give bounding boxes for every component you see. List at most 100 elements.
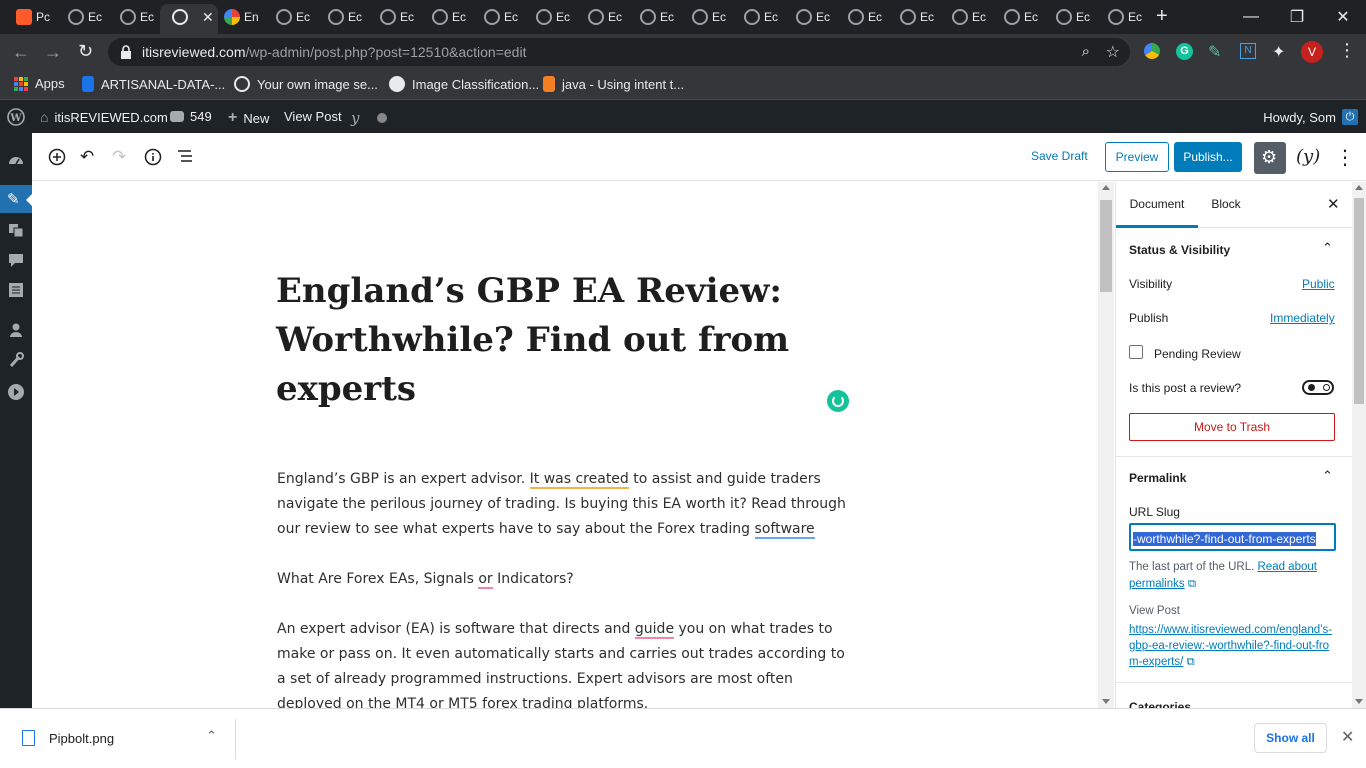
paragraph-block[interactable]: England’s GBP is an expert advisor. It w… — [277, 467, 857, 542]
scroll-thumb[interactable] — [1100, 200, 1112, 292]
bookmark-star-icon[interactable]: ☆ — [1106, 42, 1120, 62]
publish-button[interactable]: Publish... — [1174, 142, 1242, 172]
url-slug-input[interactable]: -worthwhile?-find-out-from-experts — [1129, 523, 1336, 551]
tab[interactable]: Ec — [848, 6, 882, 28]
clarity-suggestion[interactable]: software — [754, 521, 815, 539]
yoast-sidebar-icon[interactable]: (y) — [1296, 146, 1320, 167]
tab[interactable]: Ec — [484, 6, 518, 28]
correctness-suggestion[interactable]: or — [478, 571, 493, 589]
grammarly-icon[interactable]: G — [1176, 43, 1193, 60]
tab[interactable]: Ec — [536, 6, 570, 28]
profile-avatar[interactable]: V — [1301, 41, 1323, 63]
status-visibility-title[interactable]: Status & Visibility — [1129, 243, 1230, 257]
media-icon[interactable] — [7, 221, 25, 239]
dropper-extension-icon[interactable]: ✎ — [1208, 42, 1221, 62]
zoom-icon[interactable]: ⌕ — [1082, 43, 1090, 60]
extensions-puzzle-icon[interactable]: ✦ — [1272, 42, 1285, 62]
pages-icon[interactable] — [7, 281, 25, 299]
tab[interactable]: Ec — [640, 6, 674, 28]
editor-scrollbar[interactable] — [1098, 182, 1114, 708]
forward-icon[interactable]: → — [44, 42, 62, 63]
tab[interactable]: Ec — [796, 6, 830, 28]
posts-menu-item[interactable]: ✎ — [0, 185, 32, 213]
settings-gear-icon[interactable]: ⚙ — [1254, 142, 1286, 174]
maximize-icon[interactable]: ❐ — [1274, 0, 1320, 34]
bookmark-item[interactable]: Image Classification... — [389, 76, 539, 92]
tab[interactable]: Ec — [68, 6, 102, 28]
publish-date-toggle[interactable]: Immediately — [1270, 311, 1335, 325]
dashboard-icon[interactable] — [7, 151, 25, 169]
tab[interactable]: Ec — [276, 6, 310, 28]
scroll-up-icon[interactable] — [1102, 185, 1110, 190]
tab[interactable]: Ec — [1056, 6, 1090, 28]
tab[interactable]: Ec — [380, 6, 414, 28]
grammarly-status-icon[interactable] — [827, 390, 849, 412]
undo-icon[interactable]: ↶ — [80, 147, 94, 167]
close-window-icon[interactable]: ✕ — [1320, 0, 1366, 34]
bookmark-apps[interactable]: Apps — [14, 76, 65, 91]
visibility-toggle[interactable]: Public — [1302, 277, 1335, 291]
new-content-link[interactable]: + New — [228, 109, 269, 127]
tab-close-icon[interactable]: ✕ — [202, 9, 214, 26]
preview-button[interactable]: Preview — [1105, 142, 1169, 172]
tools-wrench-icon[interactable] — [7, 351, 25, 369]
scroll-down-icon[interactable] — [1355, 699, 1363, 704]
save-draft-button[interactable]: Save Draft — [1031, 149, 1088, 163]
tab[interactable]: Ec — [692, 6, 726, 28]
categories-title[interactable]: Categories — [1129, 700, 1191, 708]
collapse-menu-icon[interactable] — [7, 383, 25, 401]
new-tab-icon[interactable]: + — [1156, 5, 1168, 28]
tab[interactable]: Ec — [1108, 6, 1142, 28]
pending-review-checkbox[interactable] — [1129, 345, 1143, 359]
view-post-link[interactable]: View Post — [284, 109, 342, 124]
tab[interactable]: Ec — [120, 6, 154, 28]
reload-icon[interactable]: ↻ — [78, 41, 93, 62]
tab-active[interactable]: ✕ — [172, 6, 214, 28]
show-all-button[interactable]: Show all — [1254, 723, 1327, 753]
close-shelf-icon[interactable]: ✕ — [1341, 727, 1354, 747]
close-sidebar-icon[interactable]: ✕ — [1327, 195, 1340, 213]
users-icon[interactable] — [7, 321, 25, 339]
chevron-up-icon[interactable]: ⌃ — [1322, 240, 1333, 256]
bookmark-item[interactable]: ARTISANAL-DATA-... — [82, 76, 225, 92]
extension-icon[interactable] — [1144, 43, 1160, 59]
more-options-icon[interactable]: ⋮ — [1335, 145, 1355, 170]
bookmark-item[interactable]: java - Using intent t... — [543, 76, 684, 92]
tab[interactable]: Ec — [952, 6, 986, 28]
block-navigation-icon[interactable] — [177, 149, 193, 163]
post-title[interactable]: England’s GBP EA Review: Worthwhile? Fin… — [276, 267, 816, 414]
address-bar[interactable]: itisreviewed.com/wp-admin/post.php?post=… — [108, 38, 1130, 66]
tab[interactable]: Ec — [744, 6, 778, 28]
scroll-up-icon[interactable] — [1355, 185, 1363, 190]
tab[interactable]: Ec — [432, 6, 466, 28]
chevron-up-icon[interactable]: ⌃ — [1322, 468, 1333, 484]
scroll-thumb[interactable] — [1354, 198, 1364, 404]
n-extension-icon[interactable]: N — [1240, 43, 1256, 59]
content-info-icon[interactable] — [144, 148, 162, 166]
download-item[interactable]: Pipbolt.png ⌃ — [12, 719, 236, 759]
tab[interactable]: Ec — [328, 6, 362, 28]
paragraph-block[interactable]: What Are Forex EAs, Signals or Indicator… — [277, 567, 857, 592]
scroll-down-icon[interactable] — [1102, 699, 1110, 704]
add-block-icon[interactable] — [48, 148, 66, 166]
tab[interactable]: En — [224, 6, 259, 28]
chevron-up-icon[interactable]: ⌃ — [206, 728, 217, 744]
comments-menu-icon[interactable] — [7, 251, 25, 269]
correctness-suggestion[interactable]: guide — [634, 621, 675, 639]
wordpress-logo-icon[interactable]: W — [7, 108, 25, 126]
comments-link[interactable]: 549 — [170, 109, 212, 124]
tab-block[interactable]: Block — [1198, 182, 1254, 228]
sidebar-scrollbar[interactable] — [1352, 182, 1366, 708]
back-icon[interactable]: ← — [12, 42, 30, 63]
tab[interactable]: Pc — [16, 6, 50, 28]
is-review-toggle[interactable] — [1302, 380, 1334, 395]
chrome-menu-icon[interactable]: ⋮ — [1338, 40, 1356, 61]
tab[interactable]: Ec — [588, 6, 622, 28]
tab[interactable]: Ec — [900, 6, 934, 28]
minimize-icon[interactable]: — — [1228, 0, 1274, 34]
permalink-title[interactable]: Permalink — [1129, 471, 1186, 485]
redo-icon[interactable]: ↷ — [112, 147, 126, 167]
tab-document[interactable]: Document — [1116, 182, 1198, 228]
paragraph-block[interactable]: An expert advisor (EA) is software that … — [277, 617, 857, 708]
grammar-suggestion[interactable]: It was created — [529, 471, 629, 489]
